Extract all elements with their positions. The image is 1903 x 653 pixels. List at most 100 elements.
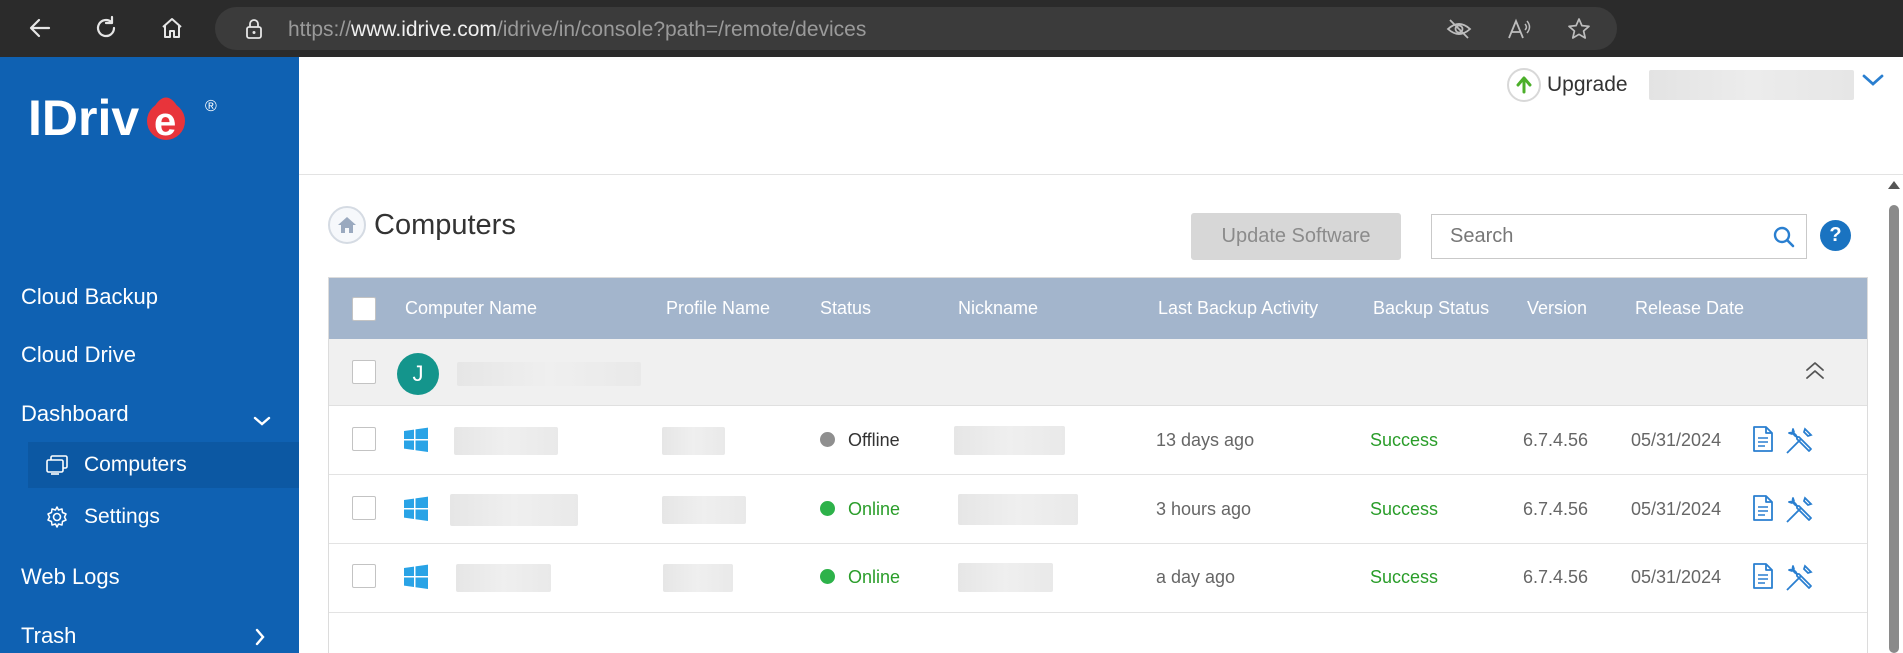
sidebar-item-settings[interactable]: Settings [28, 494, 299, 540]
settings-tools-icon[interactable] [1785, 425, 1815, 460]
backup-status-text: Success [1370, 567, 1439, 587]
sidebar-item-trash[interactable]: Trash [21, 623, 271, 649]
sidebar-item-cloud-backup[interactable]: Cloud Backup [21, 284, 158, 310]
column-header-version[interactable]: Version [1527, 298, 1587, 319]
chevron-right-icon [254, 626, 266, 652]
idrive-logo[interactable]: IDriv e ® [28, 81, 228, 161]
avatar: J [397, 353, 439, 395]
version-text: 6.7.4.56 [1523, 430, 1589, 450]
status-text: Online [848, 567, 901, 587]
table-row[interactable]: Online a day ago Success 6.7.4.56 05/31/… [329, 544, 1867, 613]
update-software-button[interactable]: Update Software [1191, 213, 1401, 260]
svg-text:®: ® [205, 98, 217, 115]
gear-icon [44, 504, 70, 530]
user-group-row: J [329, 339, 1867, 406]
scrollbar-thumb[interactable] [1889, 205, 1899, 653]
search-box [1431, 214, 1807, 259]
tracking-prevention-icon[interactable] [1445, 15, 1473, 43]
sidebar-item-label: Trash [21, 623, 77, 648]
collapse-chevron-up-icon[interactable] [1804, 359, 1826, 388]
column-header-nickname[interactable]: Nickname [958, 298, 1038, 319]
status-text: Offline [848, 430, 900, 450]
account-chevron-down-icon[interactable] [1862, 73, 1884, 92]
release-date-text: 05/31/2024 [1631, 567, 1722, 587]
home-icon[interactable] [154, 10, 190, 46]
column-header-computer-name[interactable]: Computer Name [405, 298, 537, 319]
row-checkbox[interactable] [352, 427, 376, 451]
sidebar-item-label: Dashboard [21, 401, 129, 426]
sidebar-item-dashboard[interactable]: Dashboard [21, 401, 271, 427]
svg-text:e: e [154, 100, 176, 144]
profile-name-redacted [662, 427, 725, 455]
sidebar-item-computers[interactable]: Computers [28, 442, 299, 488]
backup-status-text: Success [1370, 430, 1439, 450]
table-row[interactable]: Online 3 hours ago Success 6.7.4.56 05/3… [329, 475, 1867, 544]
upgrade-label: Upgrade [1547, 73, 1628, 96]
refresh-icon[interactable] [88, 10, 124, 46]
column-header-release-date[interactable]: Release Date [1635, 298, 1744, 319]
settings-tools-icon[interactable] [1785, 494, 1815, 529]
computer-name-redacted [456, 564, 551, 592]
upgrade-arrow-icon [1507, 68, 1541, 102]
profile-name-redacted [662, 496, 746, 524]
windows-icon [402, 495, 430, 528]
last-backup-text: a day ago [1156, 567, 1236, 587]
last-backup-text: 3 hours ago [1156, 499, 1252, 519]
logs-document-icon[interactable] [1751, 425, 1775, 458]
table-row[interactable]: Offline 13 days ago Success 6.7.4.56 05/… [329, 406, 1867, 475]
logs-document-icon[interactable] [1751, 562, 1775, 595]
back-icon[interactable] [22, 10, 58, 46]
version-text: 6.7.4.56 [1523, 567, 1589, 587]
address-bar[interactable]: https://www.idrive.com/idrive/in/console… [215, 7, 1617, 50]
last-backup-text: 13 days ago [1156, 430, 1255, 450]
browser-toolbar: https://www.idrive.com/idrive/in/console… [0, 0, 1903, 57]
lock-icon[interactable] [240, 15, 268, 43]
home-icon[interactable] [328, 206, 366, 244]
account-name-redacted[interactable] [1649, 70, 1854, 100]
computer-name-redacted [450, 494, 578, 526]
sidebar-item-web-logs[interactable]: Web Logs [21, 564, 120, 590]
page-title-row: Computers [328, 206, 516, 244]
status-offline-dot [820, 432, 835, 447]
sidebar-item-label: Computers [84, 453, 187, 476]
search-icon[interactable] [1772, 225, 1796, 254]
profile-name-redacted [663, 564, 733, 592]
user-name-redacted [457, 362, 641, 386]
column-header-status[interactable]: Status [820, 298, 871, 319]
nickname-redacted [958, 494, 1078, 525]
scroll-up-arrow-icon[interactable] [1888, 181, 1900, 189]
column-header-backup-status[interactable]: Backup Status [1373, 298, 1489, 319]
windows-icon [402, 426, 430, 459]
page-scrollbar[interactable] [1884, 175, 1903, 653]
upgrade-button[interactable]: Upgrade [1507, 68, 1628, 102]
computers-table: Computer Name Profile Name Status Nickna… [328, 277, 1868, 653]
sidebar-item-label: Settings [84, 505, 160, 528]
row-checkbox[interactable] [352, 496, 376, 520]
nickname-redacted [954, 426, 1065, 455]
status-online-dot [820, 501, 835, 516]
row-checkbox[interactable] [352, 564, 376, 588]
version-text: 6.7.4.56 [1523, 499, 1589, 519]
group-checkbox[interactable] [352, 360, 376, 384]
favorite-star-icon[interactable] [1565, 15, 1593, 43]
url-text: https://www.idrive.com/idrive/in/console… [288, 18, 867, 41]
status-text: Online [848, 499, 901, 519]
release-date-text: 05/31/2024 [1631, 499, 1722, 519]
top-header: Upgrade [299, 57, 1903, 175]
logs-document-icon[interactable] [1751, 494, 1775, 527]
computers-icon [44, 452, 70, 478]
sidebar-item-cloud-drive[interactable]: Cloud Drive [21, 342, 136, 368]
computer-name-redacted [454, 427, 558, 455]
release-date-text: 05/31/2024 [1631, 430, 1722, 450]
status-online-dot [820, 569, 835, 584]
help-icon[interactable]: ? [1820, 220, 1851, 251]
settings-tools-icon[interactable] [1785, 562, 1815, 597]
read-aloud-icon[interactable] [1505, 15, 1533, 43]
select-all-checkbox[interactable] [352, 297, 376, 321]
windows-icon [402, 563, 430, 596]
backup-status-text: Success [1370, 499, 1439, 519]
column-header-profile-name[interactable]: Profile Name [666, 298, 770, 319]
column-header-last-backup-activity[interactable]: Last Backup Activity [1158, 298, 1318, 319]
search-input[interactable] [1432, 215, 1752, 258]
svg-text:IDriv: IDriv [28, 90, 139, 146]
